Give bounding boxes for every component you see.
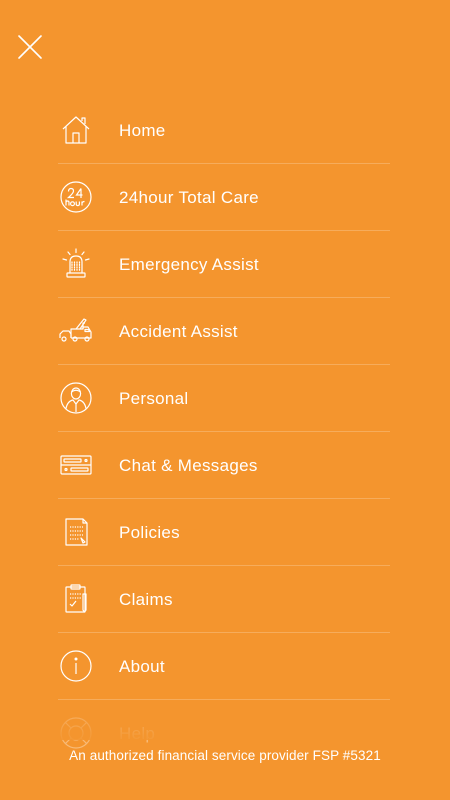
menu-item-about[interactable]: About xyxy=(58,633,390,700)
menu-item-label: Accident Assist xyxy=(119,322,238,341)
menu-item-emergency-assist[interactable]: Emergency Assist xyxy=(58,231,390,298)
home-icon xyxy=(59,113,93,147)
menu-item-label: Chat & Messages xyxy=(119,456,258,475)
menu-item-home[interactable]: Home xyxy=(58,97,390,164)
policy-document-icon xyxy=(59,515,93,549)
footer-disclaimer: An authorized financial service provider… xyxy=(69,748,381,763)
menu-item-policies[interactable]: Policies xyxy=(58,499,390,566)
menu-item-personal[interactable]: Personal xyxy=(58,365,390,432)
menu-item-label: 24hour Total Care xyxy=(119,188,259,207)
tow-truck-icon xyxy=(59,314,93,348)
menu-item-accident-assist[interactable]: Accident Assist xyxy=(58,298,390,365)
person-icon xyxy=(59,381,93,415)
menu-item-label: About xyxy=(119,657,165,676)
siren-icon xyxy=(59,247,93,281)
close-button[interactable] xyxy=(16,33,44,61)
menu-item-label: Claims xyxy=(119,590,173,609)
info-icon xyxy=(59,649,93,683)
24-hour-icon xyxy=(59,180,93,214)
menu-item-label: Home xyxy=(119,121,166,140)
claim-document-icon xyxy=(59,582,93,616)
menu-item-label: Policies xyxy=(119,523,180,542)
menu-item-label: Emergency Assist xyxy=(119,255,259,274)
menu-item-claims[interactable]: Claims xyxy=(58,566,390,633)
menu-item-chat-messages[interactable]: Chat & Messages xyxy=(58,432,390,499)
chat-icon xyxy=(59,448,93,482)
navigation-menu: Home 24hour Total Care Emergency Assist … xyxy=(58,97,390,767)
close-icon xyxy=(18,35,42,59)
lifebuoy-icon xyxy=(59,716,93,750)
menu-item-24hour-total-care[interactable]: 24hour Total Care xyxy=(58,164,390,231)
menu-item-label: Personal xyxy=(119,389,189,408)
